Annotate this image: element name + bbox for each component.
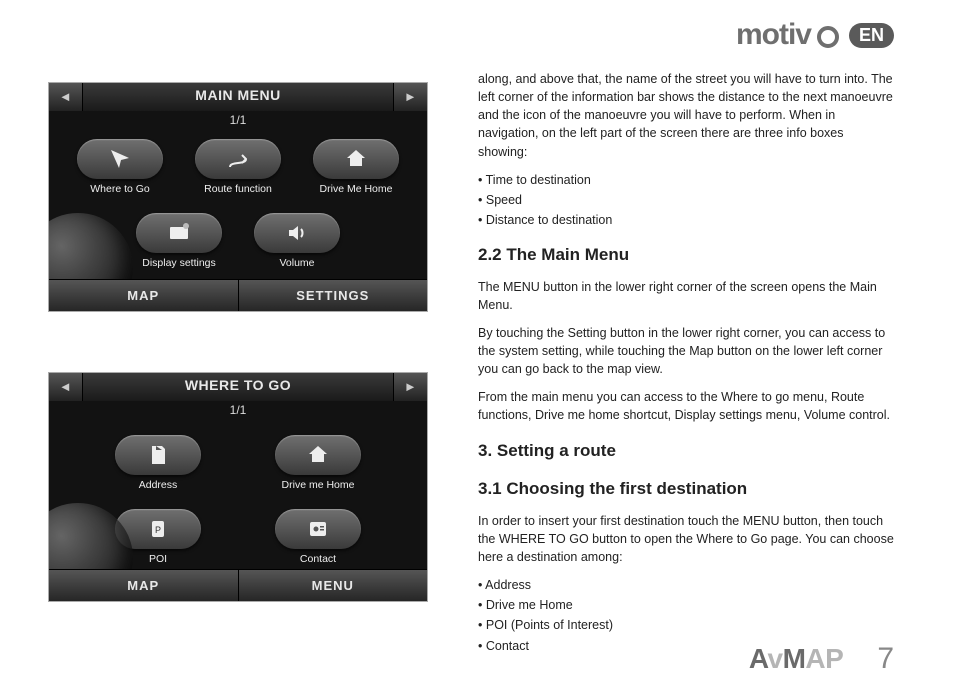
route-function-button[interactable]: Route function [188, 139, 288, 195]
gps-where-to-go: ◄ WHERE TO GO ► 1/1 Address Drive me Hom… [48, 372, 428, 602]
volume-label: Volume [279, 257, 314, 269]
map-tab[interactable]: MAP [49, 569, 238, 601]
where-to-go-label: Where to Go [90, 183, 150, 195]
info-box-list: Time to destination Speed Distance to de… [478, 171, 894, 229]
drive-me-home-button[interactable]: Drive Me Home [306, 139, 406, 195]
screenshots-column: ◄ MAIN MENU ► 1/1 Where to Go Route func… [48, 70, 438, 618]
avmap-ap: AP [805, 643, 843, 674]
page-footer: AvMAP 7 [749, 642, 894, 676]
heading-2-2: 2.2 The Main Menu [478, 243, 894, 268]
address-button[interactable]: Address [108, 435, 208, 491]
heading-3-1: 3.1 Choosing the first destination [478, 477, 894, 502]
brand-swirl-icon [817, 26, 839, 48]
list-item: Address [478, 576, 894, 594]
address-icon [144, 443, 172, 467]
gps-title-bar: ◄ WHERE TO GO ► [49, 373, 427, 401]
drive-me-home-label: Drive Me Home [320, 183, 393, 195]
avmap-m: M [783, 643, 806, 674]
where-to-go-button[interactable]: Where to Go [70, 139, 170, 195]
text-column: along, and above that, the name of the s… [478, 70, 894, 618]
list-item: POI (Points of Interest) [478, 616, 894, 634]
menu-tab[interactable]: MENU [238, 569, 428, 601]
gps-title-text: WHERE TO GO [185, 377, 291, 393]
heading-3: 3. Setting a route [478, 439, 894, 464]
drive-me-home-label: Drive me Home [282, 479, 355, 491]
contact-button[interactable]: Contact [268, 509, 368, 565]
gps-title-text: MAIN MENU [195, 87, 280, 103]
avmap-a: A [749, 643, 768, 674]
pointer-icon [106, 147, 134, 171]
paragraph-intro: along, and above that, the name of the s… [478, 70, 894, 161]
paragraph: In order to insert your first destinatio… [478, 512, 894, 566]
next-arrow-icon[interactable]: ► [393, 373, 427, 401]
map-tab[interactable]: MAP [49, 279, 238, 311]
gps-title-bar: ◄ MAIN MENU ► [49, 83, 427, 111]
route-icon [224, 147, 252, 171]
list-item: Time to destination [478, 171, 894, 189]
route-function-label: Route function [204, 183, 272, 195]
svg-text:P: P [155, 525, 161, 535]
paragraph: From the main menu you can access to the… [478, 388, 894, 424]
gps-main-menu: ◄ MAIN MENU ► 1/1 Where to Go Route func… [48, 82, 428, 312]
prev-arrow-icon[interactable]: ◄ [49, 83, 83, 111]
list-item: Distance to destination [478, 211, 894, 229]
gps-footer: MAP SETTINGS [49, 279, 427, 311]
contact-label: Contact [300, 553, 336, 565]
drive-me-home-button[interactable]: Drive me Home [268, 435, 368, 491]
page-body: ◄ MAIN MENU ► 1/1 Where to Go Route func… [48, 70, 894, 618]
volume-icon [283, 221, 311, 245]
gps-footer: MAP MENU [49, 569, 427, 601]
display-icon [165, 221, 193, 245]
lang-badge: EN [849, 23, 894, 48]
address-label: Address [139, 479, 178, 491]
poi-label: POI [149, 553, 167, 565]
display-settings-button[interactable]: Display settings [129, 213, 229, 269]
brand-avmap: AvMAP [749, 643, 844, 675]
contact-icon [304, 517, 332, 541]
display-settings-label: Display settings [142, 257, 216, 269]
prev-arrow-icon[interactable]: ◄ [49, 373, 83, 401]
volume-button[interactable]: Volume [247, 213, 347, 269]
settings-tab[interactable]: SETTINGS [238, 279, 428, 311]
gps-page-indicator: 1/1 [49, 403, 427, 417]
gps-page-indicator: 1/1 [49, 113, 427, 127]
avmap-v: v [768, 643, 783, 674]
paragraph: The MENU button in the lower right corne… [478, 278, 894, 314]
home-icon [342, 147, 370, 171]
list-item: Drive me Home [478, 596, 894, 614]
page-number: 7 [877, 642, 894, 676]
home-icon [304, 443, 332, 467]
poi-icon: P [144, 517, 172, 541]
paragraph: By touching the Setting button in the lo… [478, 324, 894, 378]
next-arrow-icon[interactable]: ► [393, 83, 427, 111]
brand-motiv: motiv [736, 18, 811, 52]
page-header: motiv EN [736, 18, 894, 52]
list-item: Speed [478, 191, 894, 209]
